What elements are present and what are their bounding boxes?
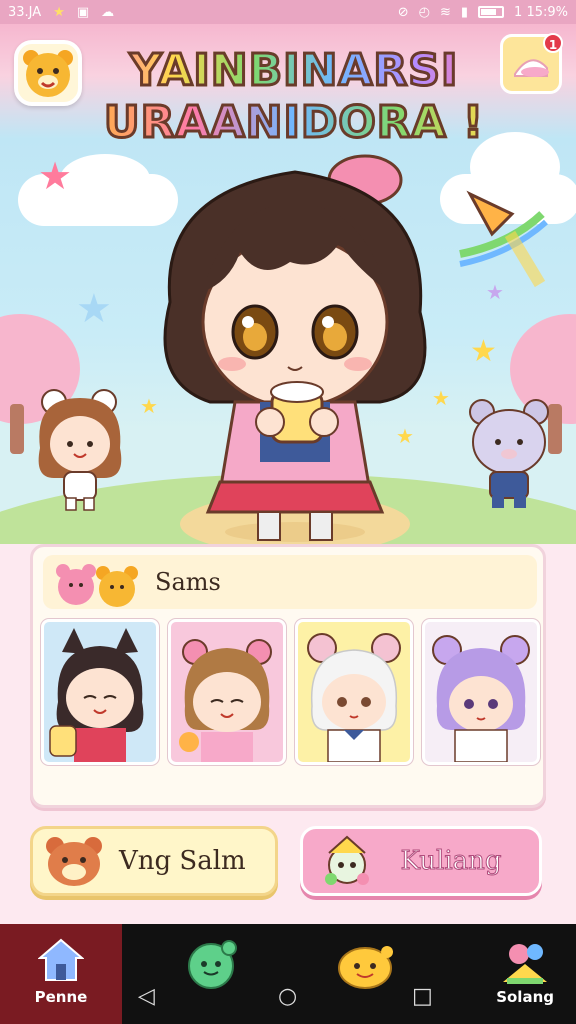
status-time: 1 15:9% [514, 4, 568, 20]
star-icon: ★ [53, 4, 65, 20]
cloud-icon: ☁ [101, 4, 115, 20]
bear-girl-portrait [179, 639, 272, 762]
signal-icon: ▮ [460, 4, 469, 20]
bear-icon [46, 837, 102, 886]
panel-header: Sams [43, 555, 537, 609]
title-line-1: YAINBINARSI [92, 44, 496, 97]
character-card-lavender-girl[interactable] [422, 619, 540, 765]
character-card-bear-girl[interactable] [168, 619, 286, 765]
alarm-icon: ◴ [418, 4, 430, 20]
game-title: YAINBINARSI URAANIDORA ! [92, 44, 496, 150]
status-bar: 33.JA ★ ▣ ☁ ⊘ ◴ ≋ ▮ 1 15:9% [0, 0, 576, 24]
cloud-decoration [60, 154, 150, 204]
left-action-label: Vng Salm [119, 846, 246, 876]
mouse-girl-portrait [307, 633, 401, 762]
left-action-button[interactable]: Vng Salm [30, 826, 278, 896]
character-card-cat-girl[interactable] [41, 619, 159, 765]
rocket-icon [459, 190, 548, 288]
nav-home-label: Penne [34, 988, 88, 1006]
character-card-list [41, 619, 540, 765]
tree-trunk [10, 404, 24, 454]
bottom-nav: Penne ◁ ○ □ Solang [0, 924, 576, 1024]
nav-home[interactable]: Penne [0, 924, 122, 1024]
nav-slime[interactable] [176, 934, 246, 994]
right-action-label: Kuliang [400, 846, 502, 877]
battery-icon [478, 6, 505, 18]
hat-icon [514, 59, 549, 77]
lavender-girl-portrait [432, 635, 530, 762]
home-icon [38, 938, 84, 981]
friends-panel: Sams [30, 544, 546, 808]
star-decoration: ★ [76, 286, 112, 332]
side-character-left[interactable] [34, 388, 126, 512]
character-card-mouse-girl[interactable] [295, 619, 413, 765]
yellow-blob-icon [338, 946, 393, 989]
cat-girl-portrait [49, 628, 144, 762]
hero-scene: ★ ★ ★ ★ ★ ★ ★ YAINBINARSI URAANIDORA ! 1 [0, 24, 576, 544]
side-character-right[interactable] [466, 398, 552, 510]
jester-icon [325, 835, 369, 885]
mute-icon: ⊘ [397, 4, 409, 20]
wifi-icon: ≋ [439, 4, 451, 20]
photo-icon: ▣ [76, 4, 90, 20]
nav-friend[interactable] [330, 934, 400, 994]
home-system-button[interactable]: ○ [278, 984, 297, 1009]
bear-profile-icon[interactable] [14, 40, 82, 106]
notification-button[interactable]: 1 [500, 33, 563, 94]
right-action-button[interactable]: Kuliang [300, 826, 542, 896]
star-decoration: ★ [470, 334, 497, 369]
panel-title: Sams [155, 568, 221, 596]
nav-stage[interactable] [490, 934, 560, 994]
nav-right-label: Solang [496, 988, 554, 1006]
bear-pair-icon [56, 564, 138, 607]
back-button[interactable]: ◁ [138, 984, 155, 1009]
stage-icon [503, 944, 547, 984]
main-character[interactable] [150, 152, 440, 544]
star-decoration: ★ [38, 154, 73, 198]
recents-button[interactable]: □ [412, 984, 433, 1009]
notification-badge: 1 [543, 33, 563, 53]
status-left-text: 33.JA [8, 4, 42, 20]
title-line-2: URAANIDORA ! [92, 96, 496, 150]
slime-icon [188, 940, 237, 989]
